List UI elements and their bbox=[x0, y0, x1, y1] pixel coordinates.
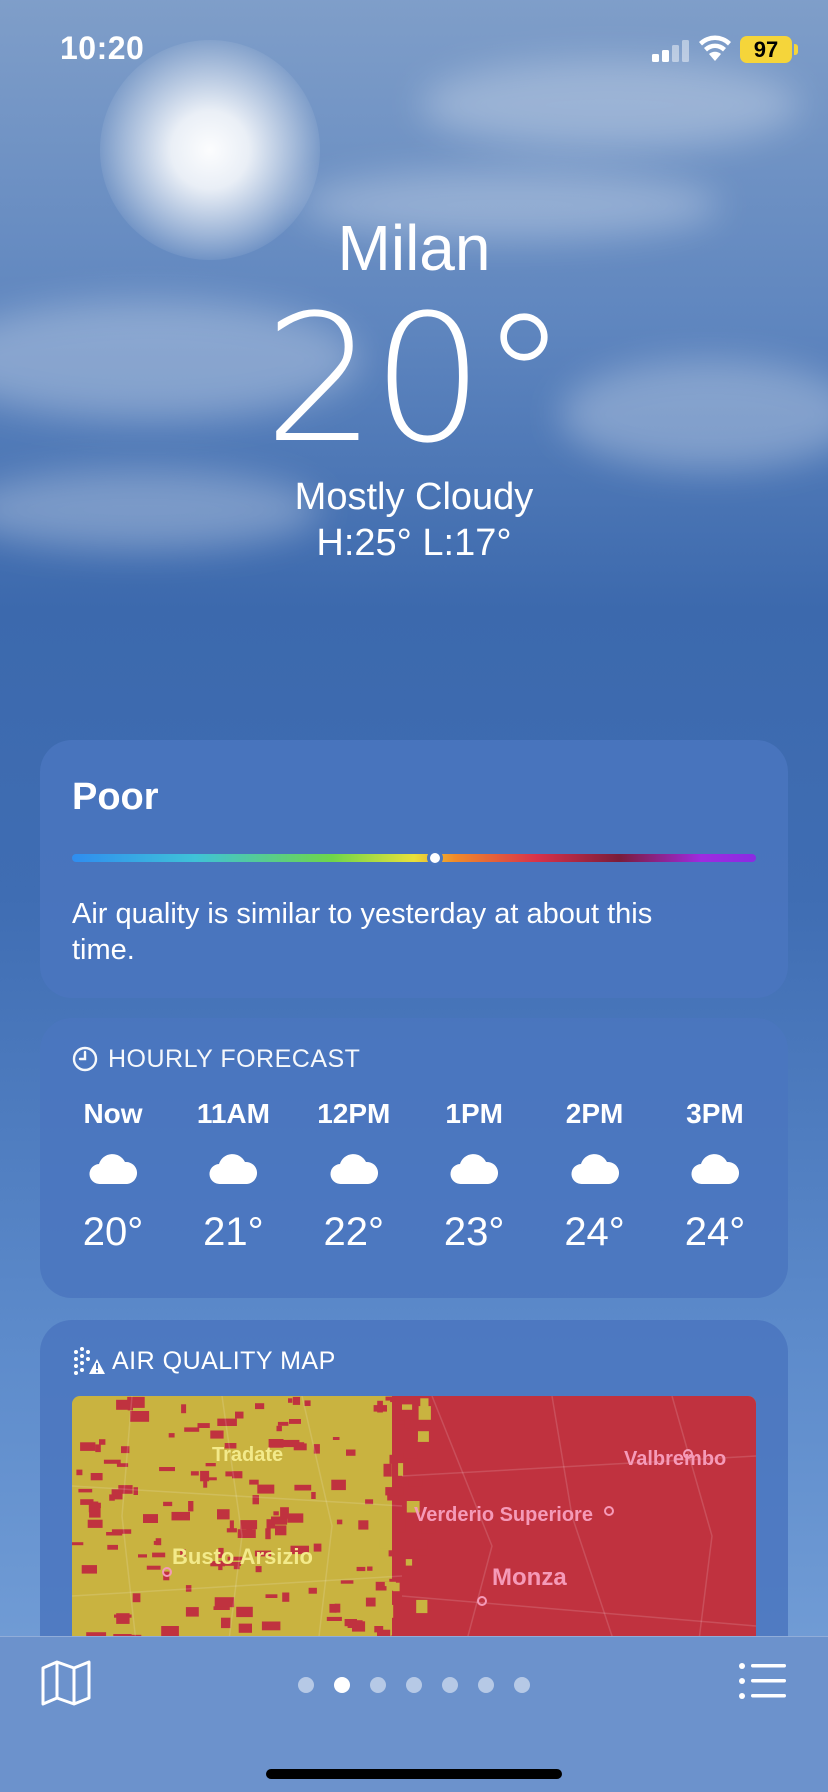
home-indicator[interactable] bbox=[266, 1769, 562, 1779]
city-name: Milan bbox=[337, 212, 491, 284]
cellular-signal-icon bbox=[652, 40, 689, 62]
page-dot[interactable] bbox=[514, 1677, 530, 1693]
air-quality-scale bbox=[72, 854, 756, 862]
page-dot[interactable] bbox=[406, 1677, 422, 1693]
hour-item: 1PM 23° bbox=[419, 1094, 529, 1260]
hour-temp: 24° bbox=[684, 1210, 746, 1254]
air-quality-level-marker bbox=[426, 850, 443, 866]
air-quality-card[interactable]: Poor Air quality is similar to yesterday… bbox=[40, 740, 788, 998]
current-temperature: 20° bbox=[264, 277, 568, 482]
cloud-icon bbox=[419, 1134, 529, 1204]
hour-time: 2PM bbox=[565, 1098, 624, 1129]
hour-time: 11AM bbox=[196, 1098, 270, 1129]
status-bar: 10:20 97 bbox=[0, 0, 828, 100]
cloud-icon bbox=[178, 1134, 288, 1204]
map-label-tradate: Tradate bbox=[212, 1444, 284, 1466]
cloud-icon bbox=[540, 1134, 650, 1204]
hourly-forecast-title: HOURLY FORECAST bbox=[108, 1044, 361, 1073]
map-label-verderio-superiore: Verderio Superiore bbox=[414, 1504, 593, 1526]
hour-time: 1PM bbox=[445, 1098, 503, 1129]
hourly-forecast-header: HOURLY FORECAST bbox=[72, 1042, 360, 1076]
wifi-icon bbox=[699, 35, 731, 61]
status-time: 10:20 bbox=[60, 30, 145, 66]
cloud-icon bbox=[299, 1134, 409, 1204]
hour-time: Now bbox=[83, 1098, 143, 1129]
hour-temp: 22° bbox=[323, 1210, 385, 1254]
page-dot[interactable] bbox=[334, 1677, 350, 1693]
page-dot[interactable] bbox=[442, 1677, 458, 1693]
page-dot[interactable] bbox=[478, 1677, 494, 1693]
hour-time: 12PM bbox=[317, 1098, 391, 1129]
page-dot[interactable] bbox=[370, 1677, 386, 1693]
hour-item: Now 20° bbox=[58, 1094, 168, 1260]
condition-text: Mostly Cloudy bbox=[294, 476, 534, 518]
hour-time: 3PM bbox=[686, 1098, 744, 1129]
list-icon[interactable] bbox=[738, 1661, 786, 1701]
page-dot[interactable] bbox=[298, 1677, 314, 1693]
hour-temp: 24° bbox=[564, 1210, 625, 1254]
hour-temp: 23° bbox=[443, 1210, 505, 1254]
cloud-icon bbox=[58, 1134, 168, 1204]
air-quality-description: Air quality is similar to yesterday at a… bbox=[72, 898, 653, 966]
map-label-valbrembo: Valbrembo bbox=[624, 1448, 727, 1470]
hour-item: 11AM 21° bbox=[178, 1094, 288, 1260]
air-quality-map-title: AIR QUALITY MAP bbox=[112, 1346, 336, 1375]
page-indicator[interactable] bbox=[0, 1677, 828, 1693]
hour-item: 3PM 24° bbox=[660, 1094, 770, 1260]
battery-nub bbox=[794, 44, 798, 55]
current-weather: Milan 20° Mostly Cloudy H:25° L:17° bbox=[0, 210, 828, 566]
map-label-monza: Monza bbox=[492, 1564, 567, 1591]
battery-indicator: 97 bbox=[740, 36, 792, 63]
hour-item: 2PM 24° bbox=[540, 1094, 650, 1260]
map-label-busto-arsizio: Busto Arsizio bbox=[172, 1544, 313, 1569]
hourly-forecast-card[interactable]: HOURLY FORECAST Now 20° 11AM 21° 12PM 22… bbox=[40, 1018, 788, 1298]
clock-icon bbox=[72, 1046, 98, 1072]
bottom-toolbar bbox=[0, 1636, 828, 1792]
hour-item: 12PM 22° bbox=[299, 1094, 409, 1260]
air-quality-category: Poor bbox=[72, 776, 159, 818]
hourly-forecast-list: Now 20° 11AM 21° 12PM 22° 1PM 23° 2PM 24… bbox=[58, 1094, 770, 1260]
air-quality-map-header: AIR QUALITY MAP bbox=[72, 1344, 336, 1378]
hour-temp: 21° bbox=[203, 1210, 264, 1254]
hour-temp: 20° bbox=[82, 1210, 144, 1254]
high-low-text: H:25° L:17° bbox=[316, 522, 512, 564]
air-quality-warning-icon bbox=[74, 1347, 105, 1375]
cloud-icon bbox=[660, 1134, 770, 1204]
